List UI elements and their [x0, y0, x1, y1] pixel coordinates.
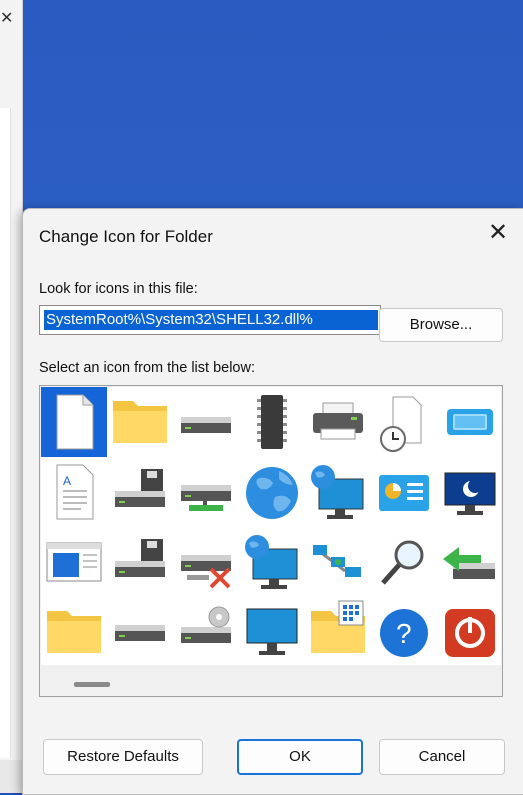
green-arrow-drive-icon[interactable] [437, 527, 503, 597]
folder-grid-icon[interactable] [305, 597, 371, 667]
network-drive-icon[interactable] [173, 457, 239, 527]
browse-button[interactable]: Browse... [379, 308, 503, 342]
floppy-drive-2-icon[interactable] [107, 527, 173, 597]
svg-text:A: A [63, 474, 71, 488]
network-connections-icon[interactable] [305, 527, 371, 597]
window-icon[interactable] [437, 387, 503, 457]
drive-icon[interactable] [173, 387, 239, 457]
chip-icon[interactable] [239, 387, 305, 457]
printer-icon[interactable] [305, 387, 371, 457]
dialog-title: Change Icon for Folder [39, 227, 213, 246]
background-properties-window: ✕ [0, 0, 23, 793]
control-panel-icon[interactable] [371, 457, 437, 527]
clock-document-icon[interactable] [371, 387, 437, 457]
close-button[interactable]: ✕ [483, 219, 513, 249]
cancel-button[interactable]: Cancel [379, 739, 505, 775]
background-window-panel [0, 108, 11, 758]
icon-list-label: Select an icon from the list below: [39, 360, 255, 376]
drive-2-icon[interactable] [107, 597, 173, 667]
floppy-drive-icon[interactable] [107, 457, 173, 527]
disconnected-drive-icon[interactable] [173, 527, 239, 597]
background-window-footer [0, 760, 22, 793]
icon-file-input[interactable]: %SystemRoot%\System32\SHELL32.dll [39, 305, 381, 335]
globe-monitor-icon[interactable] [239, 527, 305, 597]
file-label: Look for icons in this file: [39, 281, 198, 297]
restore-defaults-button[interactable]: Restore Defaults [43, 739, 203, 775]
globe-icon[interactable] [239, 457, 305, 527]
horizontal-scrollbar[interactable] [74, 682, 110, 687]
monitor-icon[interactable] [239, 597, 305, 667]
network-monitor-icon[interactable] [305, 457, 371, 527]
svg-text:?: ? [396, 618, 412, 649]
text-document-icon[interactable]: A [41, 457, 107, 527]
monitor-moon-icon[interactable] [437, 457, 503, 527]
change-icon-dialog: Change Icon for Folder ✕ Look for icons … [22, 208, 523, 795]
help-icon[interactable]: ? [371, 597, 437, 667]
ok-button[interactable]: OK [237, 739, 363, 775]
icon-grid: A ? [41, 387, 501, 665]
power-icon[interactable] [437, 597, 503, 667]
search-icon[interactable] [371, 527, 437, 597]
cd-drive-icon[interactable] [173, 597, 239, 667]
blank-document-icon[interactable] [41, 387, 107, 457]
app-window-icon[interactable] [41, 527, 107, 597]
folder-icon[interactable] [107, 387, 173, 457]
icon-file-value: %SystemRoot%\System32\SHELL32.dll [44, 310, 378, 330]
icon-list[interactable]: A ? [39, 385, 503, 697]
background-close-icon[interactable]: ✕ [0, 8, 13, 28]
folder-2-icon[interactable] [41, 597, 107, 667]
